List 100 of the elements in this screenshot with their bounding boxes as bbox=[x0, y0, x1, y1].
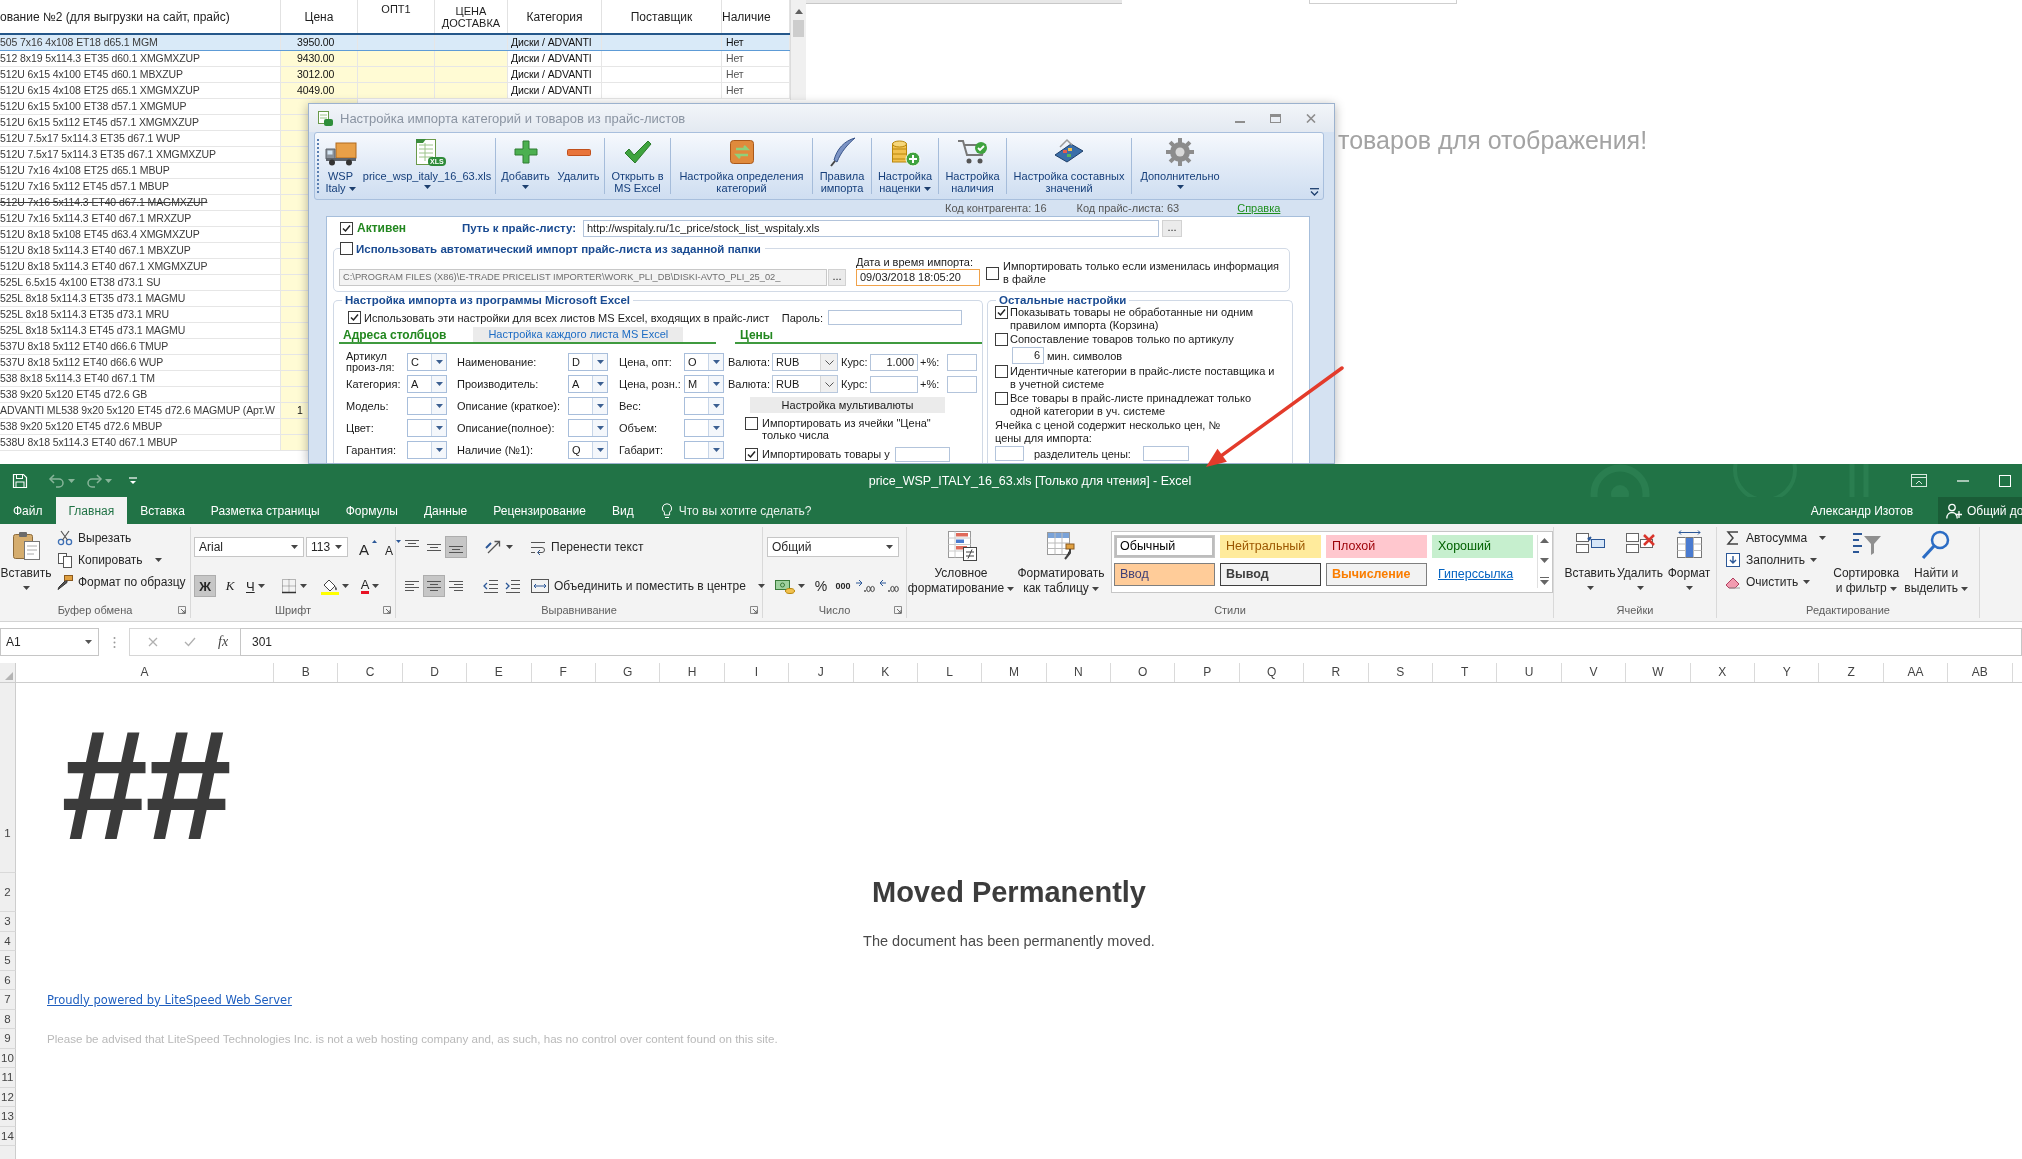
minimize-icon[interactable] bbox=[1957, 479, 1969, 482]
input-field[interactable] bbox=[1142, 446, 1189, 461]
row-header[interactable]: 14 bbox=[0, 1126, 16, 1146]
column-header[interactable]: B bbox=[274, 663, 339, 682]
column-header[interactable]: H bbox=[660, 663, 725, 682]
column-header[interactable]: Z bbox=[1819, 663, 1884, 682]
column-header[interactable]: Y bbox=[1755, 663, 1820, 682]
combo-box[interactable] bbox=[407, 397, 447, 415]
dialog-launcher-icon[interactable] bbox=[894, 606, 902, 614]
number-format-combo[interactable]: Общий bbox=[767, 537, 899, 557]
save-icon[interactable] bbox=[12, 472, 28, 489]
more-icon[interactable] bbox=[1539, 577, 1549, 585]
row-header[interactable]: 12 bbox=[0, 1087, 16, 1107]
row-header[interactable]: 6 bbox=[0, 970, 16, 990]
row-header[interactable]: 11 bbox=[0, 1068, 16, 1088]
column-header[interactable]: ОПТ1 bbox=[381, 3, 411, 15]
name-box[interactable]: A1 bbox=[0, 628, 99, 656]
cell-style[interactable]: Вывод bbox=[1220, 563, 1321, 586]
currency-combo-box[interactable]: RUB bbox=[772, 375, 838, 393]
customize-icon[interactable] bbox=[128, 476, 138, 485]
checkbox[interactable] bbox=[348, 311, 361, 324]
column-header[interactable]: V bbox=[1561, 663, 1627, 682]
row-header[interactable]: 1 bbox=[0, 683, 16, 873]
column-header[interactable]: J bbox=[789, 663, 854, 682]
row-header[interactable]: 4 bbox=[0, 931, 16, 951]
row-header[interactable]: 8 bbox=[0, 1009, 16, 1029]
checkbox[interactable] bbox=[745, 447, 758, 461]
column-header[interactable]: ЦЕНА ДОСТАВКА bbox=[438, 4, 504, 29]
tab[interactable]: Настройка каждого листа MS Excel bbox=[473, 327, 684, 342]
column-header[interactable]: ование №2 (для выгрузки на сайт, прайс) bbox=[0, 9, 230, 24]
cell-style[interactable]: Нейтральный bbox=[1220, 535, 1321, 558]
checkbox[interactable] bbox=[995, 333, 1008, 346]
rate-field[interactable]: 1.000 bbox=[870, 353, 918, 371]
row-header[interactable]: 13 bbox=[0, 1107, 16, 1127]
caret-down-icon[interactable] bbox=[1539, 557, 1549, 563]
checkbox[interactable] bbox=[745, 417, 758, 430]
column-header[interactable]: G bbox=[595, 663, 661, 682]
password-field[interactable] bbox=[828, 310, 962, 325]
redo-icon[interactable] bbox=[85, 472, 103, 489]
merge-center-button[interactable]: Объединить и поместить в центре bbox=[528, 575, 768, 597]
toolbar-button[interactable]: Настройка наличия bbox=[940, 133, 1005, 199]
column-header[interactable]: Наличие bbox=[722, 9, 771, 24]
cut-button[interactable]: Вырезать bbox=[54, 527, 189, 549]
ribbon-tab[interactable]: Данные bbox=[410, 497, 481, 524]
markup-field[interactable] bbox=[947, 353, 977, 371]
column-header[interactable]: M bbox=[982, 663, 1047, 682]
format-painter-button[interactable]: Формат по образцу bbox=[54, 571, 189, 593]
checkbox[interactable] bbox=[986, 266, 999, 280]
combo-box[interactable]: D bbox=[568, 353, 608, 371]
server-link[interactable]: Proudly powered by LiteSpeed Web Server bbox=[47, 992, 292, 1007]
checkbox[interactable] bbox=[340, 221, 353, 235]
autosum-button[interactable]: Автосумма bbox=[1722, 527, 1830, 549]
toolbar-button[interactable]: Настройка составных значений bbox=[1008, 133, 1130, 199]
combo-box[interactable] bbox=[684, 397, 724, 415]
column-header[interactable]: K bbox=[853, 663, 918, 682]
format-cells-button[interactable]: Формат bbox=[1664, 527, 1714, 590]
combo-box[interactable]: A bbox=[407, 375, 447, 393]
combo-box[interactable] bbox=[568, 419, 608, 437]
dialog-launcher-icon[interactable] bbox=[383, 606, 391, 614]
ribbon-tab[interactable]: Вид bbox=[598, 497, 647, 524]
alignment-button[interactable] bbox=[423, 575, 445, 597]
user-name[interactable]: Александр Изотов bbox=[1810, 503, 1913, 518]
browse-button[interactable]: ... bbox=[828, 269, 846, 286]
markup-field[interactable] bbox=[947, 375, 977, 393]
toolbar-button[interactable]: Дополнительно bbox=[1133, 133, 1227, 199]
price-threshold-field[interactable] bbox=[895, 446, 950, 462]
undo-icon[interactable] bbox=[48, 472, 66, 489]
column-header[interactable]: E bbox=[467, 663, 532, 682]
toolbar-button[interactable]: Открыть в MS Excel bbox=[606, 133, 669, 199]
toolbar-button[interactable]: WSP Italy bbox=[321, 133, 360, 199]
table-cell[interactable]: 505 7x16 4x108 ET18 d65.1 MGM bbox=[0, 35, 281, 50]
column-header[interactable]: S bbox=[1368, 663, 1434, 682]
row-header[interactable]: 9 bbox=[0, 1029, 16, 1049]
combo-box[interactable] bbox=[684, 441, 724, 459]
tell-me-search[interactable]: Что вы хотите сделать? bbox=[660, 497, 812, 524]
date-field[interactable]: 09/03/2018 18:05:20 bbox=[856, 269, 980, 286]
toolbar-button[interactable]: Удалить bbox=[554, 133, 603, 199]
browse-button[interactable]: ... bbox=[1162, 219, 1182, 237]
sort-filter-button[interactable]: Сортировка и фильтр bbox=[1831, 527, 1902, 596]
ribbon-tab[interactable]: Главная bbox=[55, 497, 128, 524]
column-header[interactable]: Цена bbox=[304, 9, 334, 24]
checkbox[interactable] bbox=[995, 392, 1008, 405]
ribbon-tab[interactable]: Разметка страницы bbox=[197, 497, 333, 524]
find-select-button[interactable]: Найти и выделить bbox=[1904, 527, 1969, 596]
input-field[interactable] bbox=[995, 446, 1024, 461]
close-icon[interactable] bbox=[1306, 113, 1316, 123]
combo-box[interactable]: M bbox=[684, 375, 724, 393]
grow-font-button[interactable]: A bbox=[357, 536, 379, 558]
column-header[interactable]: D bbox=[402, 663, 468, 682]
column-header[interactable]: O bbox=[1111, 663, 1176, 682]
column-header[interactable]: N bbox=[1046, 663, 1112, 682]
toolbar-button[interactable]: Настройка определения категорий bbox=[672, 133, 811, 199]
cell-style[interactable]: Ввод bbox=[1114, 563, 1215, 586]
row-header[interactable]: 5 bbox=[0, 951, 16, 971]
checkbox[interactable] bbox=[340, 242, 353, 255]
toolbar-button[interactable]: Добавить bbox=[497, 133, 554, 199]
scrollbar-thumb[interactable] bbox=[793, 20, 804, 37]
column-header[interactable]: Поставщик bbox=[630, 9, 693, 24]
column-header[interactable]: P bbox=[1175, 663, 1240, 682]
ribbon-tab[interactable]: Файл bbox=[0, 497, 56, 524]
